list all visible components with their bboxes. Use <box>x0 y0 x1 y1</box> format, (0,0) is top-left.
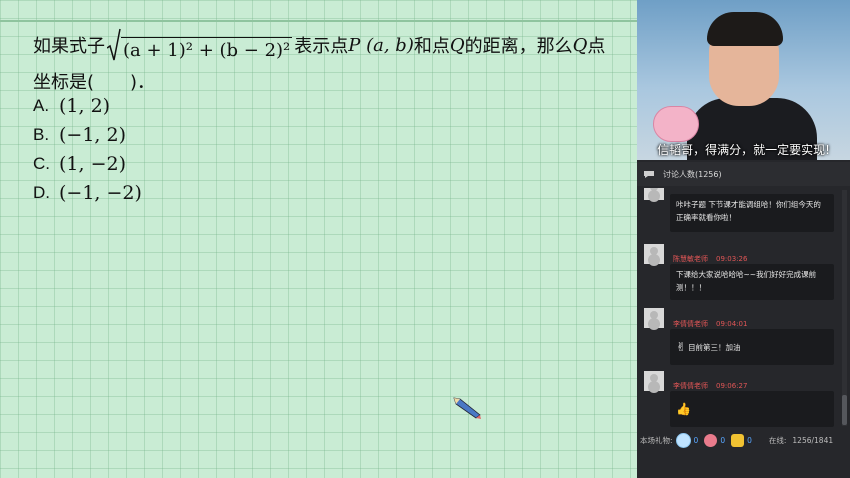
discussion-count: 讨论人数(1256) <box>663 169 722 179</box>
gift-bar: 本场礼物: 0 0 0 在线: 1256/1841 <box>637 428 850 452</box>
whiteboard: 如果式子 (a + 1)² + (b − 2)² 表示点 P (a, b) 和点… <box>0 0 637 478</box>
message-bubble: ✌ 目前第三！加油 <box>670 329 834 365</box>
option-c: C. (1, −2) <box>33 153 126 175</box>
point-q-2: Q <box>572 34 588 56</box>
board-divider <box>0 20 637 22</box>
question-suffix2: 点 <box>587 36 606 57</box>
option-d: D. (−1, −2) <box>33 182 142 204</box>
point-q: Q <box>449 34 465 56</box>
chat-scrollbar-thumb[interactable] <box>842 395 847 425</box>
option-value: (−1, −2) <box>59 182 142 204</box>
message-bubble: 咔咔子题 下节课才能调组哈！你们组今天的正确率就看你啦！ <box>670 194 834 232</box>
gift-count: 0 <box>693 435 699 445</box>
question-line-1: 如果式子 (a + 1)² + (b − 2)² 表示点 P (a, b) 和点… <box>33 28 605 62</box>
victory-hand-icon: ✌ <box>676 339 687 354</box>
message-meta: 陈慧敏老师 09:03:26 <box>673 254 747 264</box>
gift-count: 0 <box>720 435 726 445</box>
radicand: (a + 1)² + (b − 2)² <box>121 37 293 62</box>
online-label: 在线: <box>768 435 787 445</box>
message-meta: 李倩倩老师 09:06:27 <box>673 381 747 391</box>
chat-list[interactable]: 咔咔子题 下节课才能调组哈！你们组今天的正确率就看你啦！ 陈慧敏老师 09:03:… <box>637 188 839 428</box>
message-time: 09:03:26 <box>716 255 748 263</box>
avatar <box>644 188 664 200</box>
radical-sign-icon <box>107 28 121 61</box>
avatar <box>644 244 664 264</box>
trophy-gift-icon[interactable] <box>731 433 745 447</box>
message-time: 09:04:01 <box>716 320 748 328</box>
option-value: (−1, 2) <box>59 124 127 146</box>
online-count: 1256/1841 <box>792 435 834 445</box>
option-a: A. (1, 2) <box>33 95 110 117</box>
pencil-cursor-icon[interactable] <box>452 396 482 420</box>
gift-count: 0 <box>747 435 752 445</box>
pig-sticker-icon <box>653 106 699 142</box>
chat-bubble-icon <box>644 170 654 178</box>
question-middle: 表示点 <box>294 36 349 57</box>
point-p: P (a, b) <box>348 34 414 56</box>
thumbs-up-icon: 👍 <box>676 401 691 416</box>
flower-gift-icon[interactable] <box>704 433 718 447</box>
teacher-hair <box>707 12 783 46</box>
option-b: B. (−1, 2) <box>33 124 126 146</box>
video-caption: 信韬哥，得满分，就一定要实现! <box>657 143 830 157</box>
message-bubble: 下课给大家说哈哈哈~~我们好好完成课前测！！！ <box>670 264 834 300</box>
option-label: C. <box>33 154 50 173</box>
message-bubble: 👍 <box>670 391 834 427</box>
gifts-label: 本场礼物: <box>640 435 673 445</box>
sender-name: 李倩倩老师 <box>673 382 708 390</box>
question-middle2: 和点 <box>413 36 450 57</box>
avatar <box>644 308 664 328</box>
option-label: D. <box>33 183 50 202</box>
message-text: 目前第三！加油 <box>688 342 741 352</box>
avatar <box>644 371 664 391</box>
chat-header: 讨论人数(1256) <box>637 162 850 186</box>
message-meta: 李倩倩老师 09:04:01 <box>673 319 747 329</box>
chat-scrollbar[interactable] <box>842 190 847 426</box>
message-time: 09:06:27 <box>716 382 748 390</box>
option-label: A. <box>33 96 50 115</box>
snowflake-gift-icon[interactable] <box>675 432 691 448</box>
question-suffix: 的距离，那么 <box>464 36 573 57</box>
option-value: (1, 2) <box>59 95 111 117</box>
sender-name: 陈慧敏老师 <box>673 255 708 263</box>
question-line-2: 坐标是( )． <box>33 72 156 93</box>
option-label: B. <box>33 125 50 144</box>
side-panel: 信韬哥，得满分，就一定要实现! 讨论人数(1256) 咔咔子题 下节课才能调组哈… <box>637 0 850 478</box>
sender-name: 李倩倩老师 <box>673 320 708 328</box>
question-prefix: 如果式子 <box>33 36 105 57</box>
option-value: (1, −2) <box>59 153 127 175</box>
sqrt-expression: (a + 1)² + (b − 2)² <box>107 28 293 62</box>
teacher-video: 信韬哥，得满分，就一定要实现! <box>637 0 850 160</box>
